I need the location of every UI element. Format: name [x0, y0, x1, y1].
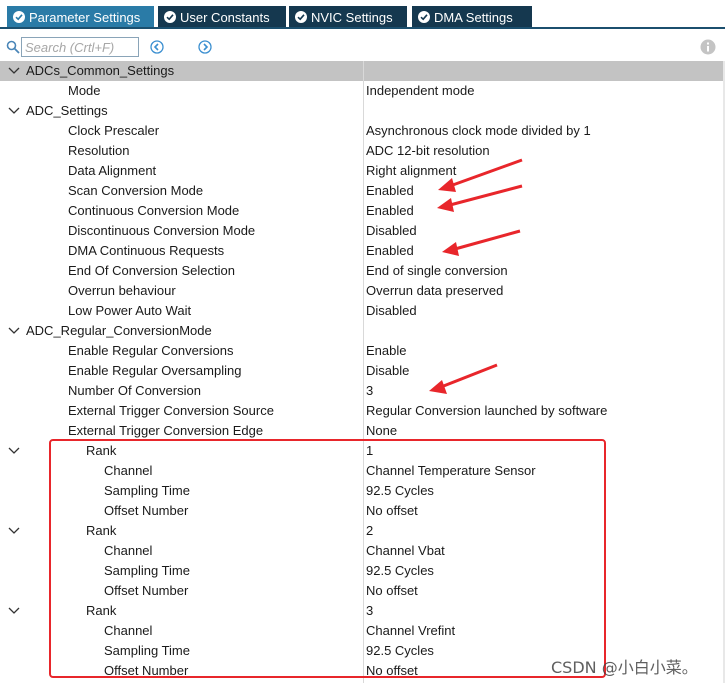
check-circle-icon [13, 11, 25, 23]
param-value[interactable]: Disabled [366, 301, 417, 321]
param-name: Discontinuous Conversion Mode [68, 223, 256, 238]
param-value[interactable]: Disabled [366, 221, 417, 241]
chevron-down-icon[interactable] [8, 106, 20, 116]
param-value[interactable]: Channel Vbat [366, 541, 445, 561]
param-name: Overrun behaviour [68, 283, 176, 298]
param-name: Clock Prescaler [68, 123, 160, 138]
param-name: Resolution [68, 143, 130, 158]
param-value[interactable]: 92.5 Cycles [366, 641, 434, 661]
chevron-down-icon[interactable] [8, 446, 20, 456]
param-name: Sampling Time [104, 483, 190, 498]
param-value[interactable]: No offset [366, 661, 418, 681]
check-circle-icon [295, 11, 307, 23]
check-circle-icon [418, 11, 430, 23]
tab-user-constants[interactable]: User Constants [158, 6, 286, 28]
param-value[interactable]: Enabled [366, 181, 414, 201]
param-value[interactable]: 92.5 Cycles [366, 561, 434, 581]
param-name: Sampling Time [104, 643, 190, 658]
tab-label: NVIC Settings [311, 9, 393, 25]
param-value[interactable]: End of single conversion [366, 261, 508, 281]
tab-label: DMA Settings [434, 9, 513, 25]
param-value[interactable]: Enable [366, 341, 406, 361]
param-name: End Of Conversion Selection [68, 263, 235, 278]
param-name: Scan Conversion Mode [68, 183, 204, 198]
param-name: Number Of Conversion [68, 383, 201, 398]
rank-label: Rank [86, 443, 117, 458]
param-value[interactable]: Disable [366, 361, 409, 381]
tab-label: Parameter Settings [29, 9, 141, 25]
param-value[interactable]: Enabled [366, 241, 414, 261]
param-name: Enable Regular Oversampling [68, 363, 242, 378]
check-circle-icon [164, 11, 176, 23]
tab-label: User Constants [180, 9, 270, 25]
param-value[interactable]: Channel Vrefint [366, 621, 455, 641]
param-name: External Trigger Conversion Edge [68, 423, 264, 438]
search-input[interactable] [21, 37, 139, 57]
rank-value[interactable]: 1 [366, 441, 373, 461]
param-name: Offset Number [104, 503, 189, 518]
param-name: Mode [68, 83, 101, 98]
param-value[interactable]: ADC 12-bit resolution [366, 141, 490, 161]
chevron-down-icon[interactable] [8, 606, 20, 616]
param-name: Data Alignment [68, 163, 157, 178]
param-value[interactable]: Overrun data preserved [366, 281, 503, 301]
chevron-down-icon[interactable] [8, 526, 20, 536]
param-name: Offset Number [104, 663, 189, 678]
param-name: Low Power Auto Wait [68, 303, 192, 318]
column-divider [363, 61, 364, 683]
param-name: Channel [104, 543, 153, 558]
chevron-down-icon[interactable] [8, 66, 20, 76]
param-value[interactable]: Right alignment [366, 161, 456, 181]
param-value[interactable]: No offset [366, 501, 418, 521]
group-title: ADC_Settings [26, 103, 108, 118]
param-value[interactable]: Independent mode [366, 81, 474, 101]
param-name: Channel [104, 463, 153, 478]
rank-label: Rank [86, 523, 117, 538]
param-value[interactable]: 92.5 Cycles [366, 481, 434, 501]
info-icon[interactable] [700, 39, 716, 55]
param-value[interactable]: Regular Conversion launched by software [366, 401, 607, 421]
rank-label: Rank [86, 603, 117, 618]
tab-dma-settings[interactable]: DMA Settings [412, 6, 532, 28]
search-icon [6, 40, 20, 54]
arrow-right-circle-icon[interactable] [198, 40, 212, 54]
param-name: DMA Continuous Requests [68, 243, 225, 258]
chevron-down-icon[interactable] [8, 326, 20, 336]
param-name: Continuous Conversion Mode [68, 203, 240, 218]
param-name: Channel [104, 623, 153, 638]
param-value[interactable]: No offset [366, 581, 418, 601]
tab-bar: Parameter Settings User Constants NVIC S… [0, 0, 725, 29]
param-name: Offset Number [104, 583, 189, 598]
param-value[interactable]: 3 [366, 381, 373, 401]
tab-parameter-settings[interactable]: Parameter Settings [7, 6, 154, 28]
param-name: External Trigger Conversion Source [68, 403, 274, 418]
param-value[interactable]: None [366, 421, 397, 441]
group-title: ADCs_Common_Settings [26, 63, 175, 78]
param-name: Enable Regular Conversions [68, 343, 234, 358]
param-value[interactable]: Enabled [366, 201, 414, 221]
param-value[interactable]: Asynchronous clock mode divided by 1 [366, 121, 591, 141]
rank-value[interactable]: 2 [366, 521, 373, 541]
tab-nvic-settings[interactable]: NVIC Settings [289, 6, 407, 28]
group-title: ADC_Regular_ConversionMode [26, 323, 212, 338]
rank-value[interactable]: 3 [366, 601, 373, 621]
arrow-left-circle-icon[interactable] [150, 40, 164, 54]
param-name: Sampling Time [104, 563, 190, 578]
watermark: CSDN @小白小菜。 [551, 658, 698, 677]
param-value[interactable]: Channel Temperature Sensor [366, 461, 536, 481]
